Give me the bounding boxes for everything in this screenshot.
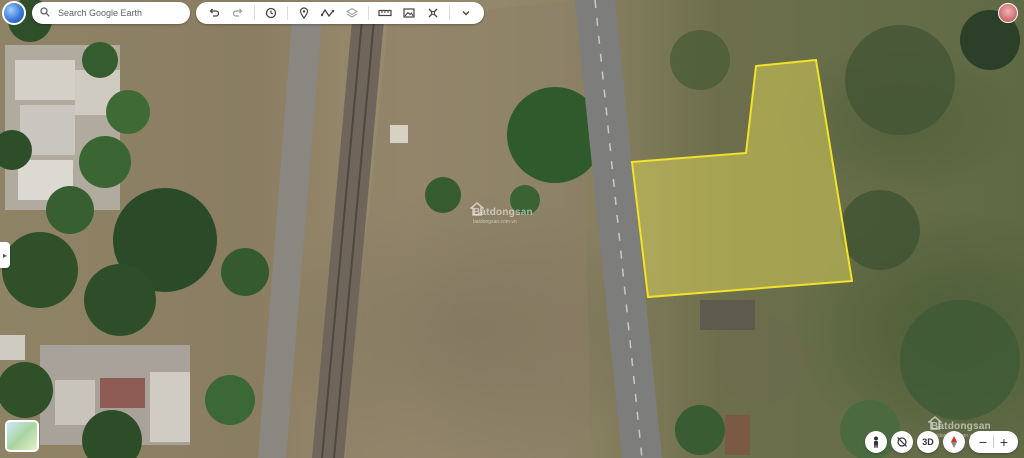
plot-boundary: [630, 58, 854, 299]
side-panel-toggle[interactable]: ▸: [0, 242, 10, 268]
google-earth-menu-icon[interactable]: [2, 1, 26, 25]
zoom-in-icon[interactable]: +: [994, 431, 1014, 453]
zoom-controls: − +: [969, 431, 1018, 453]
view-3d-button[interactable]: 3D: [917, 431, 939, 453]
history-icon[interactable]: [259, 2, 283, 24]
chevron-right-icon: ▸: [2, 250, 7, 260]
path-icon[interactable]: [316, 2, 340, 24]
map-layer-thumbnail[interactable]: [5, 420, 39, 452]
tool-buttons: [196, 2, 484, 24]
redo-icon[interactable]: [226, 2, 250, 24]
toolbar-divider: [287, 6, 288, 20]
measure-icon[interactable]: [373, 2, 397, 24]
compass-icon[interactable]: [943, 431, 965, 453]
toolbar-divider: [254, 6, 255, 20]
toolbar-divider: [368, 6, 369, 20]
top-toolbar: [2, 1, 484, 25]
placemark-icon[interactable]: [292, 2, 316, 24]
watermark-center: Batdongsan batdongsan.com.vn: [470, 202, 533, 225]
watermark-sub: batdongsan.com.vn: [473, 219, 517, 225]
zoom-out-icon[interactable]: −: [973, 431, 993, 453]
photo-icon[interactable]: [397, 2, 421, 24]
toolbar-divider: [449, 6, 450, 20]
chevron-down-icon[interactable]: [454, 2, 478, 24]
undo-icon[interactable]: [202, 2, 226, 24]
layers-icon[interactable]: [340, 2, 364, 24]
satellite-map[interactable]: Batdongsan batdongsan.com.vn Batdongsan …: [0, 0, 1024, 458]
search-input[interactable]: [58, 8, 178, 18]
search-bar[interactable]: [32, 2, 190, 24]
pegman-icon[interactable]: [865, 431, 887, 453]
search-icon: [40, 4, 50, 22]
mapstyle-icon[interactable]: [421, 2, 445, 24]
map-controls: 3D − +: [865, 431, 1018, 453]
no-location-icon[interactable]: [891, 431, 913, 453]
user-avatar[interactable]: [998, 3, 1018, 23]
satellite-imagery: [0, 0, 1020, 458]
